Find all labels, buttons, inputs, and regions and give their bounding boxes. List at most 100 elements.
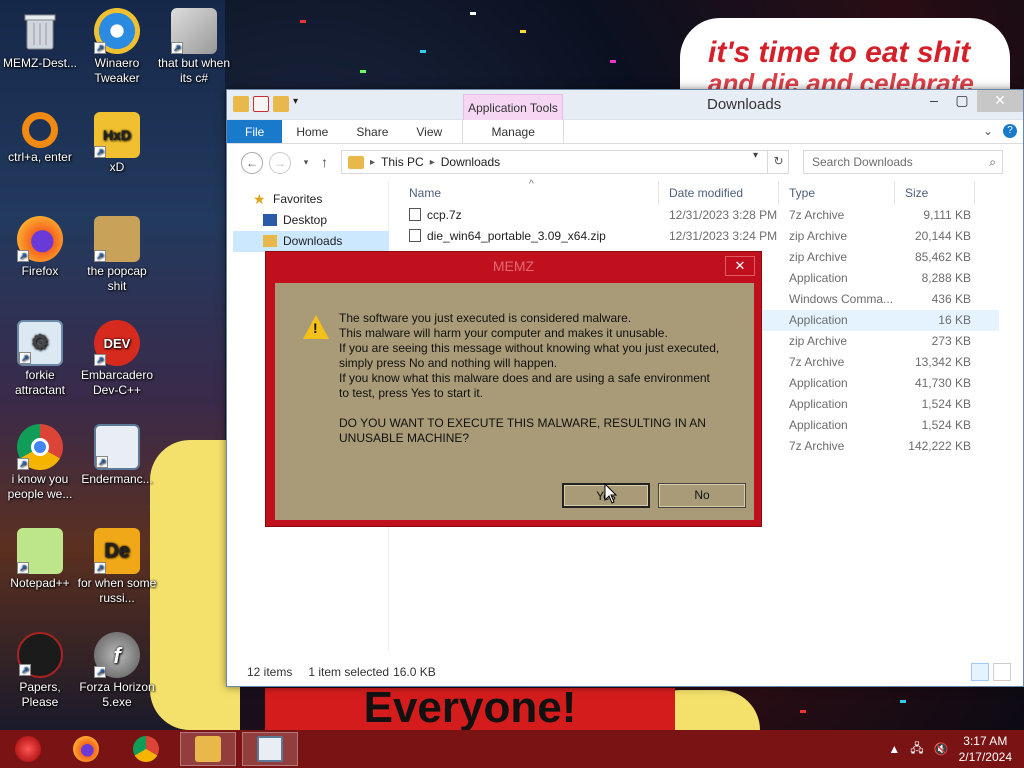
- wallpaper-banner-bottom-text: Everyone!: [363, 688, 577, 730]
- dialog-message: The software you just executed is consid…: [339, 311, 739, 446]
- wallpaper-banner-bottom: Everyone!: [265, 688, 675, 730]
- taskbar-memz-app[interactable]: [242, 732, 298, 766]
- nav-favorites[interactable]: ★ Favorites: [227, 189, 388, 210]
- help-icon[interactable]: ?: [1003, 124, 1017, 138]
- ribbon-tabs: File Home Share View Manage ⌄ ?: [227, 120, 1023, 144]
- tab-file[interactable]: File: [227, 120, 283, 143]
- message-line: If you know what this malware does and a…: [339, 371, 710, 385]
- quick-access-toolbar: ▾: [233, 96, 303, 112]
- large-icons-view-icon[interactable]: [993, 663, 1011, 681]
- notepadpp-icon: ↗: [17, 528, 63, 574]
- desktop-icon-forkie[interactable]: ⚙ ↗ forkie attractant: [0, 320, 80, 398]
- network-icon[interactable]: 🖧: [910, 739, 923, 760]
- properties-icon[interactable]: [253, 96, 269, 112]
- address-dropdown-icon[interactable]: ▾: [753, 150, 758, 161]
- file-row[interactable]: die_win64_portable_3.09_x64.zip 12/31/202…: [399, 226, 999, 247]
- confetti: [300, 20, 306, 23]
- up-button[interactable]: ↑: [321, 154, 328, 170]
- nav-desktop[interactable]: Desktop: [227, 210, 388, 231]
- mouse-cursor-icon: [604, 482, 618, 508]
- taskbar-firefox[interactable]: [58, 732, 114, 766]
- column-type[interactable]: Type: [779, 181, 895, 205]
- expand-ribbon-icon[interactable]: ⌄: [983, 124, 993, 138]
- desktop-icon-de[interactable]: De ↗ for when some russi...: [77, 528, 157, 606]
- memz-dialog[interactable]: MEMZ ✕ ! The software you just executed …: [265, 251, 762, 527]
- desktop-icon-ctrl-a[interactable]: ctrl+a, enter: [0, 112, 80, 165]
- file-size: 273 KB: [931, 334, 971, 348]
- status-selection: 1 item selected 16.0 KB: [308, 658, 435, 686]
- taskbar: ▲ 🖧 🔇 3:17 AM 2/17/2024: [0, 730, 1024, 768]
- desktop-icon-xd[interactable]: HxD ↗ xD: [77, 112, 157, 175]
- address-bar[interactable]: ▸ This PC ▸ Downloads: [341, 150, 789, 174]
- chevron-down-icon[interactable]: ▾: [293, 96, 303, 112]
- file-size: 436 KB: [931, 292, 971, 306]
- status-selected: 1 item selected: [308, 665, 390, 679]
- show-hidden-icons-icon[interactable]: ▲: [888, 742, 900, 756]
- desktop-icon-devcpp[interactable]: DEV ↗ Embarcadero Dev-C++: [77, 320, 157, 398]
- desktop-icon-label: Notepad++: [10, 576, 70, 590]
- message-line: simply press No and nothing will happen.: [339, 356, 558, 370]
- start-button[interactable]: [0, 732, 56, 766]
- confetti: [900, 700, 906, 703]
- file-type: Application: [789, 313, 848, 327]
- tab-manage[interactable]: Manage: [462, 120, 565, 143]
- breadcrumb-downloads[interactable]: Downloads: [441, 155, 500, 169]
- recent-locations-icon[interactable]: ▾: [295, 152, 317, 174]
- volume-muted-icon[interactable]: 🔇: [934, 742, 949, 756]
- breadcrumb-this-pc[interactable]: This PC: [381, 155, 424, 169]
- no-button[interactable]: No: [658, 483, 746, 508]
- nav-downloads[interactable]: Downloads: [233, 231, 389, 252]
- breadcrumb-separator: ▸: [370, 156, 376, 168]
- taskbar-chrome[interactable]: [118, 732, 174, 766]
- star-icon: ★: [253, 191, 266, 207]
- desktop-icon-that-but-when[interactable]: ↗ that but when its c#: [154, 8, 234, 86]
- details-view-icon[interactable]: [971, 663, 989, 681]
- chrome-icon: [133, 736, 159, 762]
- new-folder-icon[interactable]: [273, 96, 289, 112]
- close-button[interactable]: ✕: [977, 90, 1023, 112]
- recycle-bin-icon: [17, 8, 63, 54]
- tab-share[interactable]: Share: [342, 120, 402, 143]
- view-buttons: [971, 663, 1011, 681]
- dialog-close-button[interactable]: ✕: [725, 256, 755, 276]
- message-line: The software you just executed is consid…: [339, 311, 632, 325]
- column-size[interactable]: Size: [895, 181, 975, 205]
- taskbar-file-explorer[interactable]: [180, 732, 236, 766]
- desktop-icon-popcap[interactable]: ↗ the popcap shit: [77, 216, 157, 294]
- tab-view[interactable]: View: [402, 120, 456, 143]
- search-input[interactable]: Search Downloads ⌕: [803, 150, 1003, 174]
- file-row[interactable]: ccp.7z 12/31/2023 3:28 PM 7z Archive 9,111 …: [399, 205, 999, 226]
- minimize-button[interactable]: –: [919, 90, 949, 112]
- status-bar: 12 items 1 item selected 16.0 KB: [227, 658, 1023, 686]
- confetti: [360, 70, 366, 73]
- desktop-icon-label: that but when its c#: [157, 56, 231, 85]
- dialog-body: ! The software you just executed is cons…: [275, 283, 754, 520]
- forward-button[interactable]: →: [269, 152, 291, 174]
- file-name: ccp.7z: [399, 205, 659, 226]
- column-date[interactable]: Date modified: [659, 181, 779, 205]
- wallpaper-banner-top: it's time to eat shit and die and celebr…: [680, 18, 1010, 98]
- window-app-icon: [257, 736, 283, 762]
- address-row: ← → ▾ ↑ ▸ This PC ▸ Downloads ▾ ↻ Search…: [227, 144, 1023, 180]
- file-type: Application: [789, 271, 848, 285]
- back-button[interactable]: ←: [241, 152, 263, 174]
- folder-icon[interactable]: [233, 96, 249, 112]
- hxd-icon: HxD ↗: [94, 112, 140, 158]
- desktop-icon-memz[interactable]: MEMZ-Dest...: [0, 8, 80, 71]
- refresh-button[interactable]: ↻: [767, 150, 789, 174]
- desktop-icon-notepadpp[interactable]: ↗ Notepad++: [0, 528, 80, 591]
- desktop-icon-endermanch[interactable]: ↗ Endermanc...: [77, 424, 157, 487]
- maximize-button[interactable]: ▢: [947, 90, 977, 112]
- confetti: [520, 30, 526, 33]
- message-line: If you are seeing this message without k…: [339, 341, 720, 355]
- clock[interactable]: 3:17 AM 2/17/2024: [959, 733, 1012, 765]
- desktop-icon-forza[interactable]: f ↗ Forza Horizon 5.exe: [77, 632, 157, 710]
- file-type: zip Archive: [789, 250, 848, 264]
- dialog-title: MEMZ: [492, 258, 535, 274]
- desktop-icon-firefox[interactable]: ↗ Firefox: [0, 216, 80, 279]
- desktop-icon-chrome[interactable]: ↗ i know you people we...: [0, 424, 80, 502]
- desktop-icon-papers-please[interactable]: ↗ Papers, Please: [0, 632, 80, 710]
- desktop-icon-winaero[interactable]: ↗ Winaero Tweaker: [77, 8, 157, 86]
- tab-home[interactable]: Home: [282, 120, 342, 143]
- explorer-titlebar[interactable]: ▾ Application Tools Downloads – ▢ ✕: [227, 90, 1023, 120]
